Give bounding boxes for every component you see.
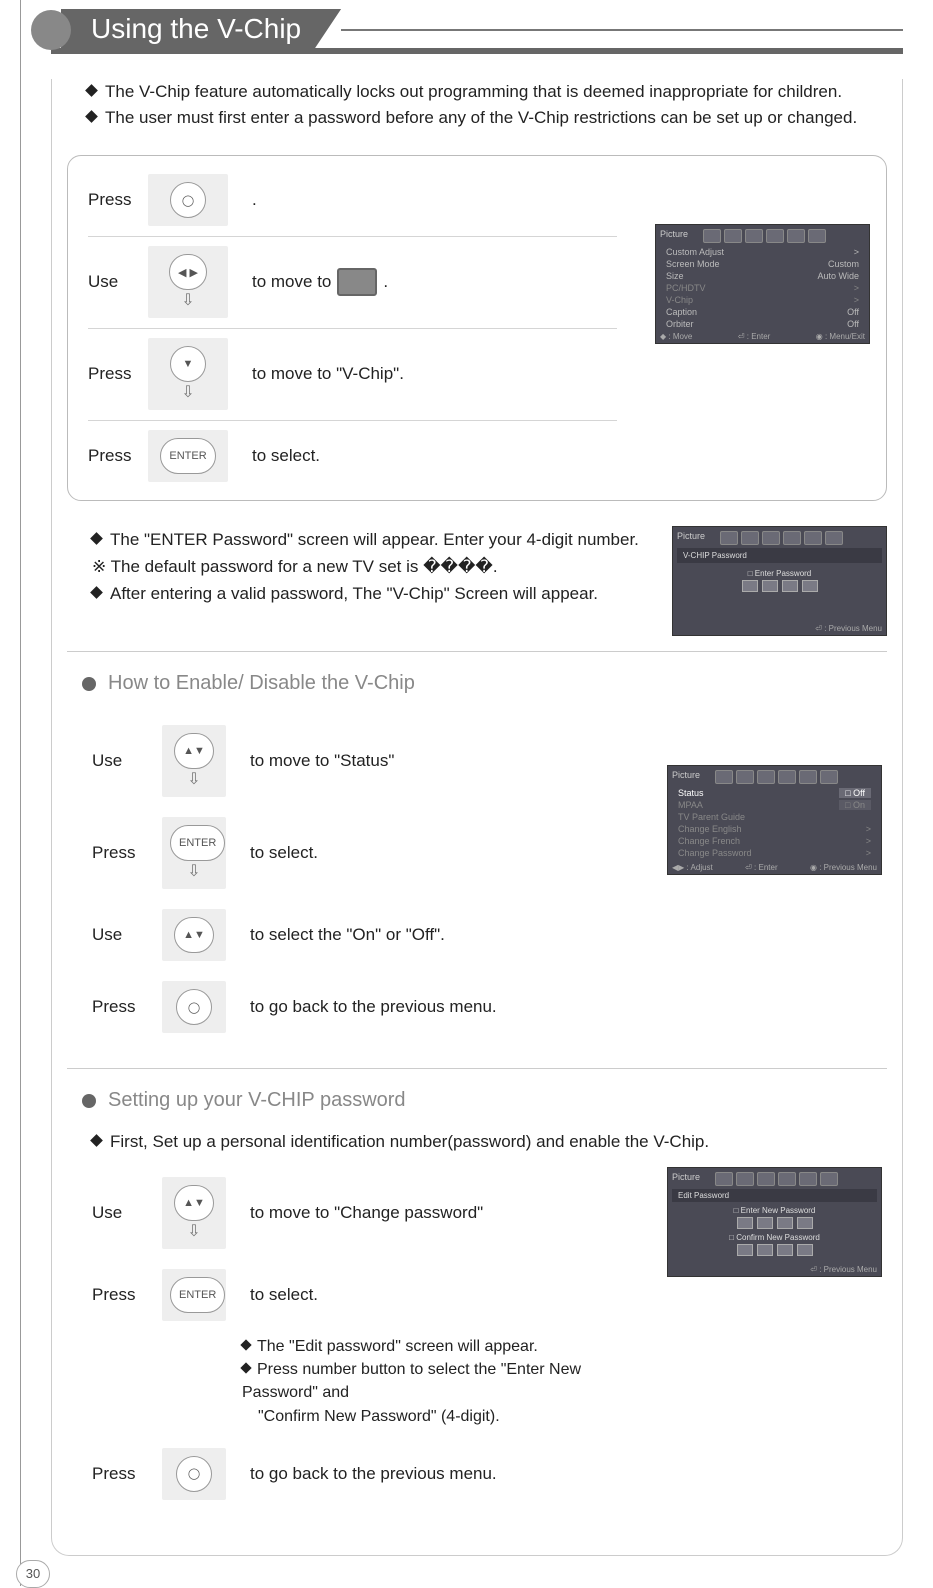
content-frame: The V-Chip feature automatically locks o… [51,79,903,1556]
step-label: Use [92,751,148,771]
step-row: Press ◯ to go back to the previous menu. [92,1438,647,1510]
section-bullet [82,677,96,691]
step-label: Press [88,190,148,210]
step-label: Press [92,843,148,863]
note-line: "Confirm New Password" (4-digit). [242,1405,647,1428]
down-arrow-icon: ⇩ [170,769,218,789]
step-row: Press ◯ to go back to the previous menu. [92,971,647,1043]
menu-button-icon: ◯ [162,981,226,1033]
note-line: The "ENTER Password" screen will appear.… [92,526,652,553]
step-text: to select. [250,1285,318,1305]
osd-edit-password: Picture Edit Password □ Enter New Passwo… [667,1167,882,1277]
note-line: Press number button to select the "Enter… [242,1358,647,1404]
step-text: to move to "Status" [250,751,394,771]
step-row: Press ◯ . [68,164,637,236]
osd-status: Picture Status□ Off MPAA□ On TV Parent G… [667,765,882,875]
osd-password: Picture V-CHIP Password □ Enter Password… [672,526,887,636]
intro-line: The V-Chip feature automatically locks o… [87,79,867,105]
step-text: to move to . [252,268,388,296]
steps-password: Use ▲▼⇩ to move to "Change password" Pre… [92,1167,882,1510]
divider [67,651,887,652]
tv-icon [337,268,377,296]
down-arrow-icon: ⇩ [170,1221,218,1241]
note-line: The "Edit password" screen will appear. [242,1335,647,1358]
up-down-arrow-icon: ▲▼ [162,909,226,961]
osd-picture-menu: Picture Custom Adjust> Screen ModeCustom… [655,224,870,344]
down-arrow-icon: ⇩ [156,382,220,402]
step-row: Press ENTER to select. [92,1259,647,1331]
steps-enable: Use ▲▼⇩ to move to "Status" Press ENTER⇩… [92,715,882,1043]
intro-text: The V-Chip feature automatically locks o… [87,79,867,130]
section-header-enable: How to Enable/ Disable the V-Chip [82,672,887,695]
down-arrow-icon: ⇩ [170,861,218,881]
step-row: Press ENTER⇩ to select. [92,807,647,899]
step-text: to go back to the previous menu. [250,997,497,1017]
step-row: Use ◀ ▶ ⇩ to move to . [68,236,637,328]
menu-button-icon: ◯ [162,1448,226,1500]
steps-box-1: Press ◯ . Use ◀ ▶ ⇩ to move to . [67,155,887,501]
up-down-arrow-icon: ▲▼⇩ [162,1177,226,1249]
enter-button-icon: ENTER [162,1269,226,1321]
step-label: Press [92,1285,148,1305]
step-label: Press [92,1464,148,1484]
note-line: After entering a valid password, The "V-… [92,580,652,607]
step-text: to select. [250,843,318,863]
intro-line: The user must first enter a password bef… [87,105,867,131]
left-right-arrow-icon: ◀ ▶ ⇩ [148,246,228,318]
step-label: Use [92,925,148,945]
note-block: The "Edit password" screen will appear. … [242,1335,647,1428]
password-note-section: The "ENTER Password" screen will appear.… [92,526,887,636]
step-label: Press [88,446,148,466]
title-bullet [31,10,71,50]
section-title: Setting up your V-CHIP password [108,1089,406,1112]
step-text: to move to "Change password" [250,1203,483,1223]
password-intro: First, Set up a personal identification … [92,1132,882,1152]
step-row: Use ▲▼ to select the "On" or "Off". [92,899,647,971]
step-label: Use [92,1203,148,1223]
enter-button-icon: ENTER [148,430,228,482]
menu-button-icon: ◯ [148,174,228,226]
down-button-icon: ▼ ⇩ [148,338,228,410]
step-text: . [252,190,257,210]
enter-button-icon: ENTER⇩ [162,817,226,889]
down-arrow-icon: ⇩ [156,290,220,310]
step-text: to select the "On" or "Off". [250,925,445,945]
section-bullet [82,1094,96,1108]
page-number: 30 [16,1560,50,1588]
section-title: How to Enable/ Disable the V-Chip [108,672,415,695]
page-title: Using the V-Chip [61,9,341,51]
note-line: ※ The default password for a new TV set … [92,553,652,580]
step-row: Use ▲▼⇩ to move to "Change password" [92,1167,647,1259]
step-text: to select. [252,446,320,466]
step-label: Press [92,997,148,1017]
title-line [341,29,903,31]
up-down-arrow-icon: ▲▼⇩ [162,725,226,797]
section-header-password: Setting up your V-CHIP password [82,1089,887,1112]
step-row: Press ENTER to select. [68,420,637,492]
divider [67,1068,887,1069]
step-label: Press [88,364,148,384]
step-row: Press ▼ ⇩ to move to "V-Chip". [68,328,637,420]
step-text: to go back to the previous menu. [250,1464,497,1484]
step-row: Use ▲▼⇩ to move to "Status" [92,715,647,807]
step-text: to move to "V-Chip". [252,364,404,384]
page-title-bar: Using the V-Chip [31,10,903,50]
step-label: Use [88,272,148,292]
